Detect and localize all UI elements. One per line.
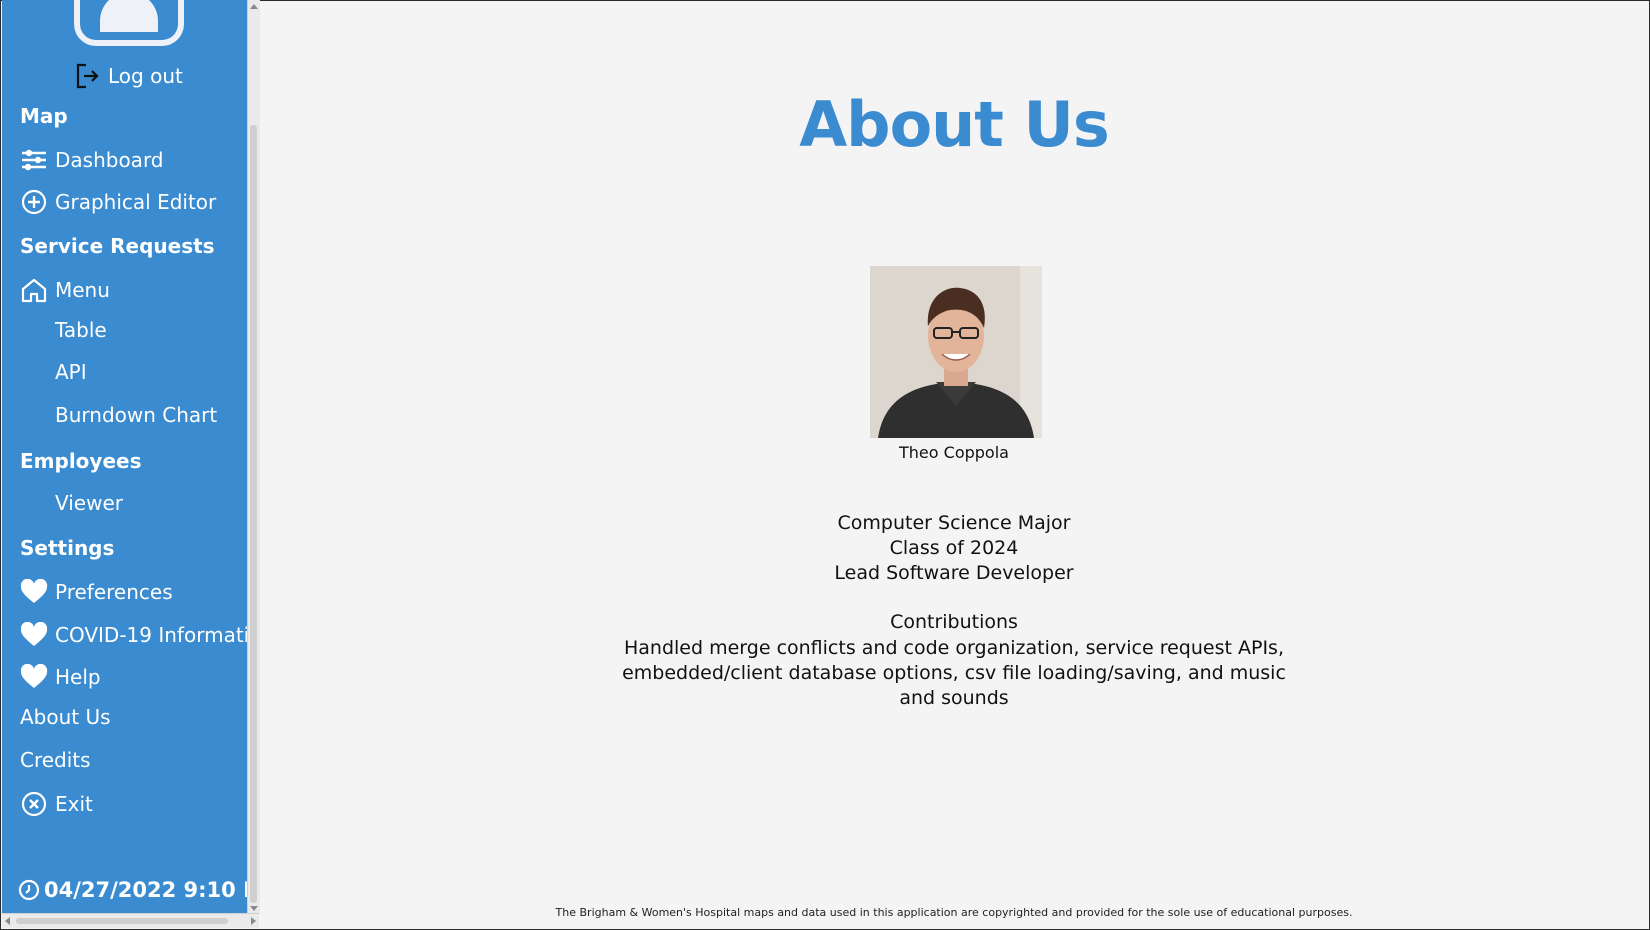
heart-icon <box>20 663 48 691</box>
person-major: Computer Science Major <box>837 512 1071 534</box>
sidebar-item-label: COVID-19 Informati... <box>55 623 247 647</box>
sidebar-item-label: Table <box>55 318 107 342</box>
sidebar-item-graphical-editor[interactable]: Graphical Editor <box>20 188 216 216</box>
home-icon <box>20 276 48 304</box>
plus-circle-icon <box>20 188 48 216</box>
datetime-text: 04/27/2022 9:10 PM <box>44 878 247 902</box>
profile-photo <box>870 266 1042 438</box>
clock-display: 04/27/2022 9:10 PM <box>18 878 247 902</box>
clock-icon <box>18 879 40 901</box>
sidebar-item-label: Credits <box>20 748 91 772</box>
scroll-thumb[interactable] <box>16 918 228 924</box>
section-header-service-requests[interactable]: Service Requests <box>20 234 215 258</box>
sidebar-item-label: Dashboard <box>55 148 164 172</box>
sidebar-item-burndown-chart[interactable]: Burndown Chart <box>55 403 217 427</box>
sidebar-item-label: Exit <box>55 792 93 816</box>
sidebar-item-credits[interactable]: Credits <box>20 748 91 772</box>
sidebar-item-label: API <box>55 360 87 384</box>
scroll-right-icon[interactable] <box>251 917 256 925</box>
sidebar-item-label: Graphical Editor <box>55 190 217 214</box>
person-name: Theo Coppola <box>899 443 1009 462</box>
section-header-settings[interactable]: Settings <box>20 536 114 560</box>
x-circle-icon <box>20 790 48 818</box>
heart-icon <box>20 621 48 649</box>
sidebar-item-label: Menu <box>55 278 110 302</box>
sidebar-item-label: Preferences <box>55 580 173 604</box>
sidebar-item-label: Help <box>55 665 101 689</box>
contributions-heading: Contributions <box>890 611 1018 633</box>
person-role: Lead Software Developer <box>834 562 1074 584</box>
scroll-down-icon[interactable] <box>250 906 258 911</box>
main-content: About Us Theo Coppola Computer Science M… <box>260 0 1648 928</box>
page-title: About Us <box>799 88 1110 161</box>
logout-label: Log out <box>108 64 183 88</box>
person-class: Class of 2024 <box>889 537 1019 559</box>
sidebar-item-covid[interactable]: COVID-19 Informati... <box>20 621 247 649</box>
sidebar-item-about-us[interactable]: About Us <box>20 705 111 729</box>
sidebar-item-table[interactable]: Table <box>55 318 107 342</box>
sidebar-item-menu[interactable]: Menu <box>20 276 110 304</box>
sidebar-item-preferences[interactable]: Preferences <box>20 578 173 606</box>
sidebar-item-dashboard[interactable]: Dashboard <box>20 146 164 174</box>
sidebar-horizontal-scrollbar[interactable] <box>2 913 259 928</box>
section-header-employees[interactable]: Employees <box>20 449 141 473</box>
contributions-text: Handled merge conflicts and code organiz… <box>622 637 1286 709</box>
user-avatar-icon[interactable] <box>74 0 184 46</box>
scroll-up-icon[interactable] <box>250 4 258 9</box>
copyright-footer: The Brigham & Women's Hospital maps and … <box>555 906 1353 919</box>
sliders-icon <box>20 146 48 174</box>
sidebar-item-label: Viewer <box>55 491 123 515</box>
scroll-thumb[interactable] <box>250 125 257 903</box>
sidebar: Log out Map Dashboard Graphical Editor S… <box>2 0 247 928</box>
sidebar-item-label: Burndown Chart <box>55 403 218 427</box>
sidebar-item-label: About Us <box>20 705 111 729</box>
sidebar-item-help[interactable]: Help <box>20 663 101 691</box>
sidebar-item-viewer[interactable]: Viewer <box>55 491 123 515</box>
sidebar-item-api[interactable]: API <box>55 360 87 384</box>
section-header-map[interactable]: Map <box>20 104 68 128</box>
heart-icon <box>20 578 48 606</box>
person-info: Computer Science Major Class of 2024 Lea… <box>260 511 1648 586</box>
sidebar-vertical-scrollbar[interactable] <box>247 0 260 915</box>
logout-button[interactable]: Log out <box>74 62 183 90</box>
sidebar-item-exit[interactable]: Exit <box>20 790 93 818</box>
logout-icon <box>76 63 99 89</box>
scroll-left-icon[interactable] <box>5 917 10 925</box>
